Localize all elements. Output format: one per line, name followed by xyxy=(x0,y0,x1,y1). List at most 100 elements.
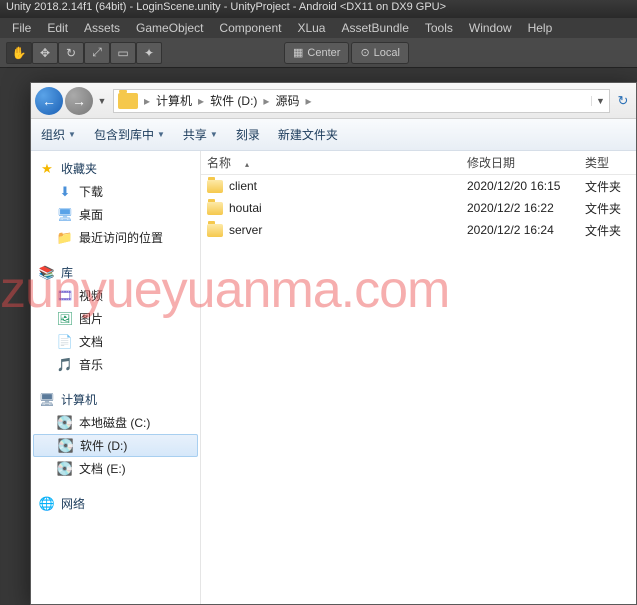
chevron-right-icon: ▸ xyxy=(261,94,271,108)
folder-icon xyxy=(207,180,223,193)
chevron-down-icon: ▼ xyxy=(68,130,76,139)
pivot-center-toggle[interactable]: ▦Center xyxy=(284,42,349,64)
transform-tool-button[interactable]: ✦ xyxy=(136,42,162,64)
scale-icon: ⤢ xyxy=(92,45,102,60)
include-library-menu[interactable]: 包含到库中▼ xyxy=(94,126,165,143)
breadcrumb[interactable]: ▸ 计算机 ▸ 软件 (D:) ▸ 源码 ▸ ▼ xyxy=(113,89,610,113)
sidebar-item-cdrive[interactable]: 💽本地磁盘 (C:) xyxy=(31,411,200,434)
sidebar-item-desktop[interactable]: 🖥桌面 xyxy=(31,203,200,226)
scale-tool-button[interactable]: ⤢ xyxy=(84,42,110,64)
network-icon: 🌐 xyxy=(39,496,55,512)
desktop-icon: 🖥 xyxy=(57,207,73,223)
transform-icon: ✦ xyxy=(144,46,154,60)
center-icon: ▦ xyxy=(293,46,303,59)
nav-forward-button[interactable]: → xyxy=(65,87,93,115)
picture-icon: 🖼 xyxy=(57,311,73,327)
chevron-down-icon: ▼ xyxy=(157,130,165,139)
menu-file[interactable]: File xyxy=(4,19,39,37)
unity-menubar: File Edit Assets GameObject Component XL… xyxy=(0,18,637,38)
library-icon: 📚 xyxy=(39,265,55,281)
file-name: client xyxy=(229,179,257,193)
document-icon: 📄 xyxy=(57,334,73,350)
unity-titlebar: Unity 2018.2.14f1 (64bit) - LoginScene.u… xyxy=(0,0,637,18)
sidebar-libraries[interactable]: 📚库 xyxy=(31,261,200,284)
folder-icon xyxy=(207,202,223,215)
menu-edit[interactable]: Edit xyxy=(39,19,76,37)
sidebar-item-documents[interactable]: 📄文档 xyxy=(31,330,200,353)
music-icon: 🎵 xyxy=(57,357,73,373)
sidebar-computer[interactable]: 🖥计算机 xyxy=(31,388,200,411)
sidebar-network[interactable]: 🌐网络 xyxy=(31,492,200,515)
menu-component[interactable]: Component xyxy=(211,19,289,37)
refresh-button[interactable]: ↻ xyxy=(614,89,632,113)
arrow-right-icon: → xyxy=(72,93,86,109)
organize-menu[interactable]: 组织▼ xyxy=(41,126,76,143)
explorer-sidebar: ★收藏夹 ⬇下载 🖥桌面 📁最近访问的位置 📚库 🎞视频 🖼图片 📄文档 🎵音乐… xyxy=(31,151,201,604)
move-tool-button[interactable]: ✥ xyxy=(32,42,58,64)
sidebar-item-ddrive[interactable]: 💽软件 (D:) xyxy=(33,434,198,457)
table-row[interactable]: houtai 2020/12/2 16:22 文件夹 xyxy=(201,197,636,219)
hand-tool-button[interactable]: ✋ xyxy=(6,42,32,64)
column-header-date[interactable]: 修改日期 xyxy=(467,154,585,171)
rotate-tool-button[interactable]: ↻ xyxy=(58,42,84,64)
sidebar-item-downloads[interactable]: ⬇下载 xyxy=(31,180,200,203)
sidebar-item-videos[interactable]: 🎞视频 xyxy=(31,284,200,307)
menu-help[interactable]: Help xyxy=(520,19,561,37)
chevron-down-icon: ▼ xyxy=(98,96,107,106)
file-list: 名称▴ 修改日期 类型 client 2020/12/20 16:15 文件夹 … xyxy=(201,151,636,604)
table-row[interactable]: server 2020/12/2 16:24 文件夹 xyxy=(201,219,636,241)
recent-icon: 📁 xyxy=(57,230,73,246)
sidebar-item-edrive[interactable]: 💽文档 (E:) xyxy=(31,457,200,480)
chevron-right-icon: ▸ xyxy=(196,94,206,108)
file-type: 文件夹 xyxy=(585,222,636,239)
file-name: houtai xyxy=(229,201,262,215)
explorer-window: ← → ▼ ▸ 计算机 ▸ 软件 (D:) ▸ 源码 ▸ ▼ ↻ 组织▼ 包含到… xyxy=(30,82,637,605)
hdd-icon: 💽 xyxy=(58,438,74,454)
rect-icon: ▭ xyxy=(117,46,128,60)
explorer-toolbar: 组织▼ 包含到库中▼ 共享▼ 刻录 新建文件夹 xyxy=(31,119,636,151)
file-type: 文件夹 xyxy=(585,200,636,217)
pivot-local-toggle[interactable]: ⊙Local xyxy=(351,42,409,64)
sidebar-favorites[interactable]: ★收藏夹 xyxy=(31,157,200,180)
column-header-type[interactable]: 类型 xyxy=(585,154,636,171)
menu-gameobject[interactable]: GameObject xyxy=(128,19,211,37)
sidebar-item-recent[interactable]: 📁最近访问的位置 xyxy=(31,226,200,249)
burn-button[interactable]: 刻录 xyxy=(236,126,260,143)
nav-back-button[interactable]: ← xyxy=(35,87,63,115)
download-icon: ⬇ xyxy=(57,184,73,200)
menu-tools[interactable]: Tools xyxy=(417,19,461,37)
menu-xlua[interactable]: XLua xyxy=(289,19,333,37)
star-icon: ★ xyxy=(39,161,55,177)
menu-assets[interactable]: Assets xyxy=(76,19,128,37)
chevron-right-icon: ▸ xyxy=(142,94,152,108)
nav-history-dropdown[interactable]: ▼ xyxy=(95,96,109,106)
hdd-icon: 💽 xyxy=(57,461,73,477)
table-row[interactable]: client 2020/12/20 16:15 文件夹 xyxy=(201,175,636,197)
video-icon: 🎞 xyxy=(57,288,73,304)
move-icon: ✥ xyxy=(40,46,50,60)
hdd-icon: 💽 xyxy=(57,415,73,431)
sidebar-item-music[interactable]: 🎵音乐 xyxy=(31,353,200,376)
file-name: server xyxy=(229,223,262,237)
chevron-right-icon: ▸ xyxy=(303,94,313,108)
breadcrumb-segment[interactable]: 计算机 xyxy=(152,92,196,109)
rect-tool-button[interactable]: ▭ xyxy=(110,42,136,64)
breadcrumb-dropdown[interactable]: ▼ xyxy=(591,96,609,106)
share-menu[interactable]: 共享▼ xyxy=(183,126,218,143)
local-icon: ⊙ xyxy=(360,46,369,59)
file-date: 2020/12/2 16:22 xyxy=(467,201,585,215)
rotate-icon: ↻ xyxy=(66,46,76,60)
folder-icon xyxy=(207,224,223,237)
menu-window[interactable]: Window xyxy=(461,19,520,37)
file-list-header: 名称▴ 修改日期 类型 xyxy=(201,151,636,175)
breadcrumb-segment[interactable]: 源码 xyxy=(271,92,303,109)
new-folder-button[interactable]: 新建文件夹 xyxy=(278,126,338,143)
breadcrumb-segment[interactable]: 软件 (D:) xyxy=(206,92,261,109)
computer-icon: 🖥 xyxy=(39,392,55,408)
explorer-navbar: ← → ▼ ▸ 计算机 ▸ 软件 (D:) ▸ 源码 ▸ ▼ ↻ xyxy=(31,83,636,119)
arrow-left-icon: ← xyxy=(42,93,56,109)
unity-toolbar: ✋ ✥ ↻ ⤢ ▭ ✦ ▦Center ⊙Local xyxy=(0,38,637,68)
sidebar-item-pictures[interactable]: 🖼图片 xyxy=(31,307,200,330)
column-header-name[interactable]: 名称▴ xyxy=(207,154,467,171)
menu-assetbundle[interactable]: AssetBundle xyxy=(333,19,416,37)
